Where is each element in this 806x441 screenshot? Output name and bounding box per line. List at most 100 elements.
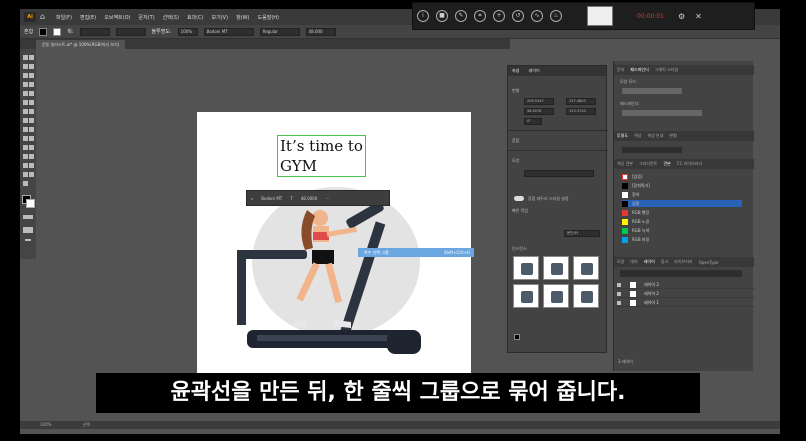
tab-transparency[interactable]: 투명도 <box>617 133 628 139</box>
tab-layers[interactable]: 레이어 <box>529 68 540 73</box>
layer-row[interactable]: 레이어 1 <box>614 299 754 307</box>
font-family-select[interactable]: Bodoni MT <box>261 196 282 201</box>
document-tab[interactable]: 운동 일러스트.ai* @ 100%(RGB/미리 보기) <box>36 40 126 49</box>
color-chip[interactable] <box>514 334 520 340</box>
stroke-swatch[interactable] <box>53 27 62 36</box>
blend-tool-icon[interactable] <box>23 154 28 159</box>
tab-opentype[interactable]: OpenType <box>699 260 719 265</box>
preview-thumbnail[interactable] <box>587 6 613 26</box>
font-size-select[interactable]: 48.0000 <box>301 196 318 201</box>
swatch-item[interactable]: RGB 파랑 <box>622 236 742 243</box>
paintbrush-tool-icon[interactable] <box>29 91 34 96</box>
thumbnail[interactable] <box>543 284 569 308</box>
y-field[interactable]: 58.0578 <box>524 108 554 115</box>
thumbnail[interactable] <box>573 256 599 280</box>
brush-field[interactable] <box>115 27 146 36</box>
tab-color[interactable]: 색상 <box>634 133 641 139</box>
info-icon[interactable]: i <box>417 10 429 22</box>
edit-toolbar-icon[interactable] <box>25 239 31 241</box>
x-field[interactable]: 209.5347 <box>524 98 554 105</box>
tab-swatches[interactable]: 견본 <box>663 161 670 167</box>
stop-icon[interactable]: ■ <box>436 10 448 22</box>
shape-builder-tool-icon[interactable] <box>29 127 34 132</box>
tab-appearance[interactable]: 모양 <box>617 259 624 265</box>
fill-swatch[interactable] <box>39 27 48 36</box>
gradient-tool-icon[interactable] <box>23 145 28 150</box>
layer-row[interactable]: 레이어 3 <box>614 281 754 289</box>
shape-mode-buttons[interactable] <box>622 88 682 94</box>
h-field[interactable]: 113.3720 <box>566 108 596 115</box>
tab-cc-libraries[interactable]: CC 라이브러리 <box>677 161 702 167</box>
search-icon[interactable]: ⌕ <box>251 196 253 201</box>
zoom-level[interactable]: 100% <box>40 422 51 427</box>
tab-character[interactable]: 문자 <box>617 67 624 73</box>
tab-libraries[interactable]: 라이브러리 <box>674 259 692 265</box>
perspective-tool-icon[interactable] <box>23 136 28 141</box>
stroke-color-icon[interactable] <box>26 199 35 208</box>
zoom-tool-icon[interactable] <box>23 181 28 186</box>
rectangle-tool-icon[interactable] <box>23 91 28 96</box>
tab-layers-panel[interactable]: 레이어 <box>644 259 655 265</box>
font-size-field[interactable]: 48.000 <box>305 27 336 36</box>
menu-type[interactable]: 문자(T) <box>139 14 155 21</box>
symbol-sprayer-tool-icon[interactable] <box>29 154 34 159</box>
lasso-tool-icon[interactable] <box>29 64 34 69</box>
graph-tool-icon[interactable] <box>23 163 28 168</box>
type-tool-icon[interactable] <box>23 82 28 87</box>
tab-color-guide[interactable]: 색상 안내 <box>647 133 663 139</box>
shaper-tool-icon[interactable] <box>23 100 28 105</box>
swatch-item[interactable]: [없음] <box>622 173 742 180</box>
free-transform-tool-icon[interactable] <box>23 127 28 132</box>
menu-view[interactable]: 보기(V) <box>212 14 229 21</box>
screen-mode-icon[interactable] <box>23 227 33 233</box>
thumbnail[interactable] <box>513 284 539 308</box>
zoom-icon[interactable]: + <box>493 10 505 22</box>
magic-wand-tool-icon[interactable] <box>23 64 28 69</box>
edit-icon[interactable]: ✎ <box>455 10 467 22</box>
tab-swatch-color[interactable]: 색상 견본 <box>617 161 633 167</box>
pen-tool-icon[interactable] <box>23 73 28 78</box>
tab-gradient[interactable]: 그라디언트 <box>639 161 657 167</box>
tab-properties[interactable]: 속성 <box>512 68 519 73</box>
menu-hover-chip[interactable]: 복수 선택 그룹 Shift+Ctrl+G <box>358 248 474 257</box>
appearance-field[interactable] <box>524 170 594 177</box>
tab-transform[interactable]: 변형 <box>669 133 676 139</box>
toggle-switch[interactable] <box>514 196 524 201</box>
menu-file[interactable]: 파일(F) <box>56 14 72 21</box>
draw-mode-icon[interactable] <box>23 215 33 219</box>
font-style-field[interactable]: Regular <box>259 27 300 36</box>
curvature-tool-icon[interactable] <box>29 73 34 78</box>
width-tool-icon[interactable] <box>29 118 34 123</box>
mesh-tool-icon[interactable] <box>29 136 34 141</box>
eyedropper-tool-icon[interactable] <box>29 145 34 150</box>
menu-edit[interactable]: 편집(E) <box>80 14 96 21</box>
stroke-weight-field[interactable] <box>79 27 110 36</box>
artboard-tool-icon[interactable] <box>29 163 34 168</box>
home-icon[interactable]: ⌂ <box>40 12 50 22</box>
blend-mode-select[interactable] <box>622 147 682 153</box>
swatch-item[interactable]: RGB 빨강 <box>622 209 742 216</box>
speed-icon[interactable]: ↺ <box>512 10 524 22</box>
tab-links[interactable]: 링크 <box>661 259 668 265</box>
paragraph-button[interactable]: 문단(P) <box>564 230 600 237</box>
menu-effect[interactable]: 효과(C) <box>187 14 204 21</box>
thumbnail[interactable] <box>573 284 599 308</box>
layer-row[interactable]: 레이어 2 <box>614 290 754 298</box>
eraser-tool-icon[interactable] <box>23 109 28 114</box>
draw-icon[interactable]: ∿ <box>531 10 543 22</box>
selection-tool-icon[interactable] <box>23 55 28 60</box>
pencil-tool-icon[interactable] <box>29 100 34 105</box>
tab-artboards[interactable]: 대지 <box>630 259 637 265</box>
direct-selection-tool-icon[interactable] <box>29 55 34 60</box>
fire-icon[interactable]: ♨ <box>550 10 562 22</box>
opacity-field[interactable]: 100% <box>177 27 198 36</box>
w-field[interactable]: 227.4803 <box>566 98 596 105</box>
menu-window[interactable]: 창(W) <box>236 14 249 21</box>
type-icon[interactable]: T <box>290 196 292 201</box>
close-icon[interactable]: ✕ <box>695 12 702 21</box>
hand-tool-icon[interactable] <box>29 172 34 177</box>
menu-help[interactable]: 도움말(H) <box>258 14 279 21</box>
thumbnail[interactable] <box>543 256 569 280</box>
scale-tool-icon[interactable] <box>23 118 28 123</box>
headline-text[interactable]: It’s time to GYM <box>277 135 366 177</box>
